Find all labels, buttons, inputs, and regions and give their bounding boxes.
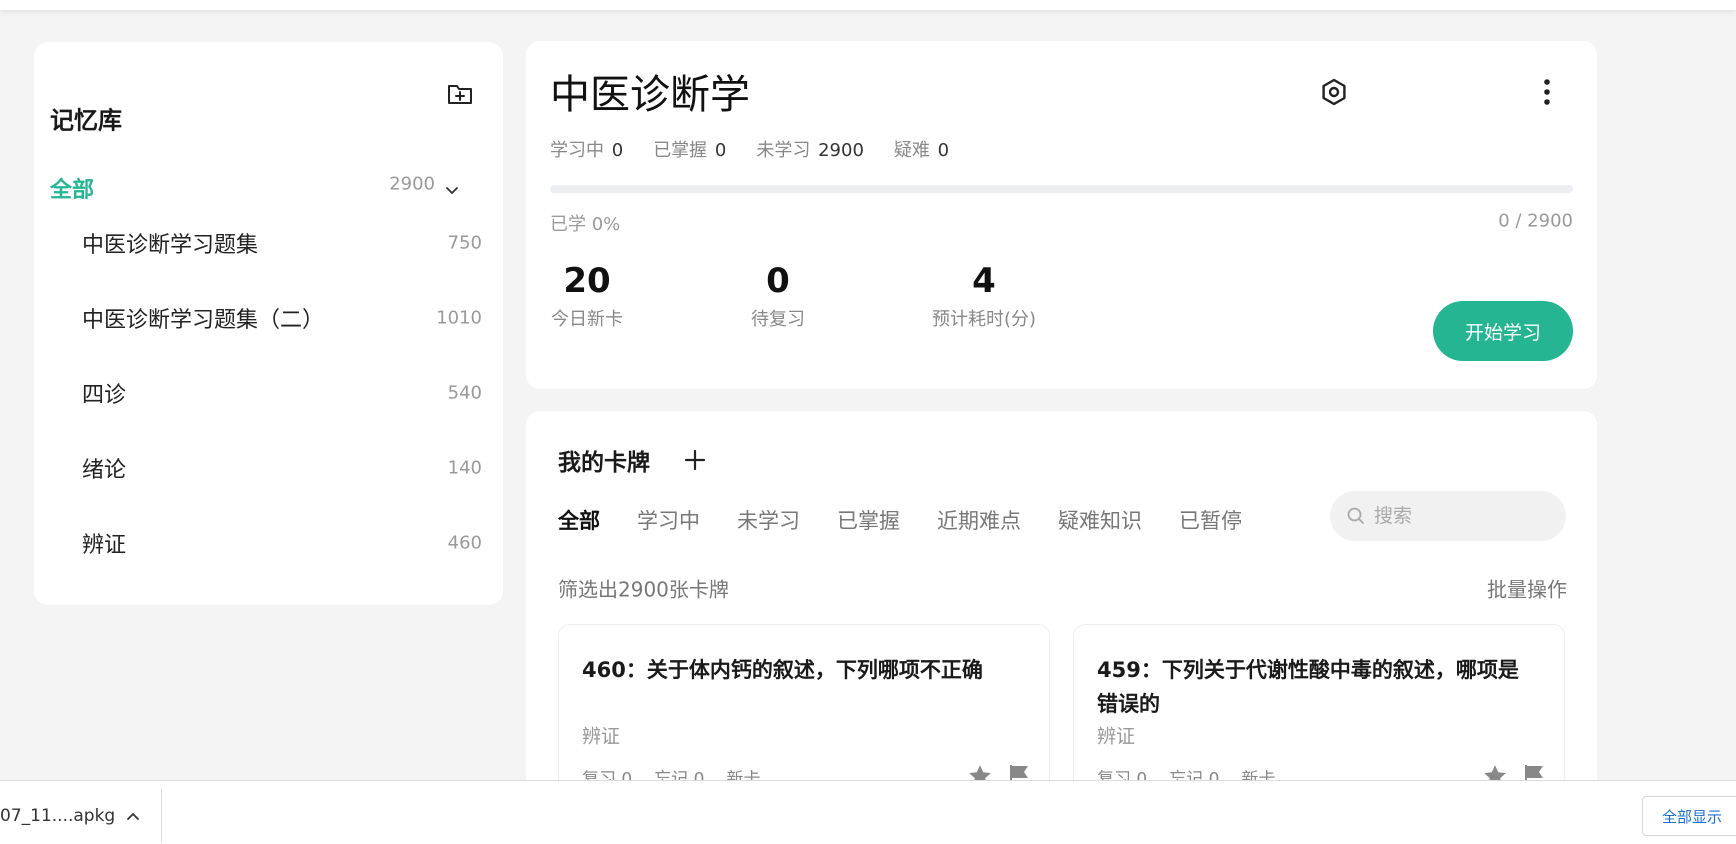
deck-item[interactable]: 四诊 540 (82, 367, 490, 419)
deck-item[interactable]: 绪论 140 (82, 442, 490, 494)
filter-tabs: 全部 学习中 未学习 已掌握 近期难点 疑难知识 已暂停 (558, 505, 1279, 535)
more-options-button[interactable] (1527, 72, 1567, 112)
estimated-time-label: 预计耗时(分) (931, 309, 1037, 330)
memory-library-sidebar: 记忆库 全部 2900 中医诊断学习题集 750 中医诊断学习题集（二） 101… (34, 42, 503, 605)
deck-item-count: 750 (447, 232, 482, 254)
stat-unlearned: 未学习 2900 (756, 140, 864, 161)
search-box (1330, 491, 1566, 541)
tab-unlearned[interactable]: 未学习 (737, 505, 800, 535)
learned-percent: 已学 0% (550, 214, 621, 235)
chevron-down-icon[interactable] (442, 180, 462, 200)
my-cards-panel: 我的卡牌 全部 学习中 未学习 已掌握 近期难点 疑难知识 已暂停 筛选出290… (526, 411, 1597, 811)
sidebar-title: 记忆库 (50, 106, 122, 135)
deck-item-label: 绪论 (82, 458, 127, 483)
my-cards-title: 我的卡牌 (558, 450, 650, 476)
due-review-label: 待复习 (751, 309, 805, 330)
download-file-name[interactable]: 07_11....apkg (0, 806, 115, 826)
divider (161, 789, 162, 843)
card-deck: 辨证 (1097, 725, 1136, 748)
deck-all[interactable]: 全部 2900 (50, 158, 490, 218)
stat-mastered: 已掌握 0 (653, 140, 727, 161)
folder-plus-icon (448, 85, 472, 104)
estimated-time-value: 4 (972, 261, 996, 301)
deck-item-count: 540 (447, 382, 482, 404)
deck-item-count: 140 (447, 457, 482, 479)
card-question: 460：关于体内钙的叙述，下列哪项不正确 (582, 658, 983, 682)
deck-overview-card: 中医诊断学 学习中 0 已掌握 0 未学习 2900 疑难 0 已学 0% 0 … (526, 41, 1597, 389)
today-new-cards: 20 今日新卡 (551, 261, 623, 331)
card-deck: 辨证 (582, 725, 621, 748)
top-bar (0, 0, 1736, 10)
progress-count: 0 / 2900 (1498, 210, 1573, 232)
deck-item-label: 中医诊断学习题集（二） (82, 308, 325, 333)
due-review: 0 待复习 (751, 261, 805, 331)
deck-stats: 学习中 0 已掌握 0 未学习 2900 疑难 0 (550, 136, 949, 162)
today-new-cards-label: 今日新卡 (551, 309, 623, 330)
deck-item-count: 460 (447, 532, 482, 554)
tab-paused[interactable]: 已暂停 (1179, 505, 1242, 535)
card-question: 459：下列关于代谢性酸中毒的叙述，哪项是错误的 (1097, 658, 1519, 716)
search-icon (1347, 507, 1364, 524)
deck-all-label: 全部 (50, 178, 95, 203)
settings-button[interactable] (1314, 72, 1354, 112)
tab-mastered[interactable]: 已掌握 (837, 505, 900, 535)
start-learning-button[interactable]: 开始学习 (1433, 301, 1573, 361)
tab-learning[interactable]: 学习中 (637, 505, 700, 535)
show-all-downloads-button[interactable]: 全部显示 (1642, 796, 1736, 836)
deck-title: 中医诊断学 (550, 72, 750, 118)
today-new-cards-value: 20 (563, 261, 611, 301)
plus-icon (684, 449, 706, 471)
deck-item-label: 辨证 (82, 533, 127, 558)
stat-learning: 学习中 0 (550, 140, 624, 161)
estimated-time: 4 预计耗时(分) (932, 261, 1036, 331)
tab-all[interactable]: 全部 (558, 505, 600, 535)
tab-difficult-knowledge[interactable]: 疑难知识 (1058, 505, 1142, 535)
tab-recent-difficult[interactable]: 近期难点 (937, 505, 1021, 535)
add-folder-button[interactable] (442, 76, 478, 112)
search-input[interactable] (1374, 505, 1544, 527)
deck-item-count: 1010 (436, 307, 482, 329)
deck-item[interactable]: 中医诊断学习题集（二） 1010 (82, 292, 490, 344)
more-vertical-icon (1544, 79, 1550, 105)
deck-all-count: 2900 (389, 173, 435, 195)
download-bar: 07_11....apkg 全部显示 (0, 780, 1736, 844)
filter-result-count: 筛选出2900张卡牌 (558, 577, 729, 602)
batch-operations-button[interactable]: 批量操作 (1487, 574, 1567, 603)
chevron-up-icon[interactable] (122, 805, 144, 827)
add-card-button[interactable] (680, 445, 710, 475)
deck-item[interactable]: 中医诊断学习题集 750 (82, 217, 490, 269)
deck-item[interactable]: 辨证 460 (82, 517, 490, 569)
deck-item-label: 中医诊断学习题集 (82, 233, 259, 258)
due-review-value: 0 (766, 261, 790, 301)
stat-difficult: 疑难 0 (893, 140, 950, 161)
progress-bar (550, 185, 1573, 193)
deck-item-label: 四诊 (82, 383, 127, 408)
hexagon-settings-icon (1322, 78, 1346, 106)
